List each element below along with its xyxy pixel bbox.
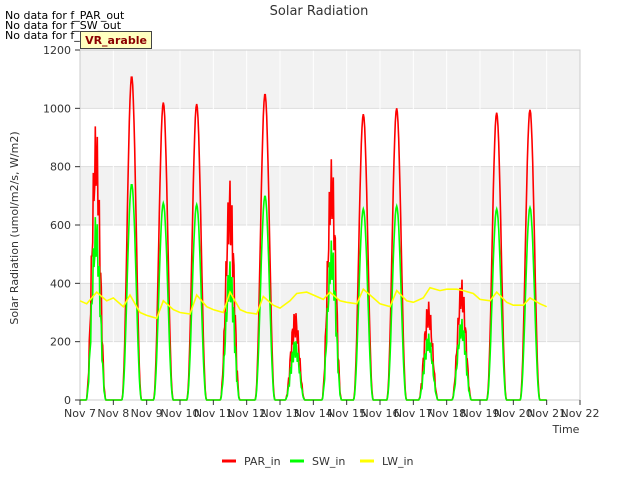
x-tick-label: Nov 8 (97, 407, 129, 420)
site-label: VR_arable (80, 31, 152, 49)
y-tick-label: 1200 (43, 44, 71, 57)
y-tick-label: 0 (64, 394, 71, 407)
y-tick-label: 1000 (43, 102, 71, 115)
legend-label-LW_in: LW_in (382, 455, 414, 468)
plot-band (80, 50, 580, 109)
solar-radiation-chart: 0 200 400 600 800 1000 1200 Nov 7 Nov 8 Nov 9 Nov … (8, 4, 600, 468)
legend-label-SW_in: SW_in (312, 455, 345, 468)
x-axis-label: Time (552, 423, 580, 436)
y-tick-label: 800 (50, 161, 71, 174)
y-axis-label: Solar Radiation (umol/m2/s, W/m2) (8, 131, 21, 324)
y-tick-label: 400 (50, 277, 71, 290)
y-tick-label: 600 (50, 219, 71, 232)
x-tick-label: Nov 9 (131, 407, 163, 420)
y-tick-label: 200 (50, 336, 71, 349)
legend: PAR_in SW_in LW_in (222, 455, 414, 468)
x-tick-label: Nov 22 (561, 407, 600, 420)
x-tick-label: Nov 7 (64, 407, 96, 420)
plot-band (80, 108, 580, 167)
chart-title: Solar Radiation (270, 4, 369, 19)
legend-label-PAR_in: PAR_in (244, 455, 281, 468)
